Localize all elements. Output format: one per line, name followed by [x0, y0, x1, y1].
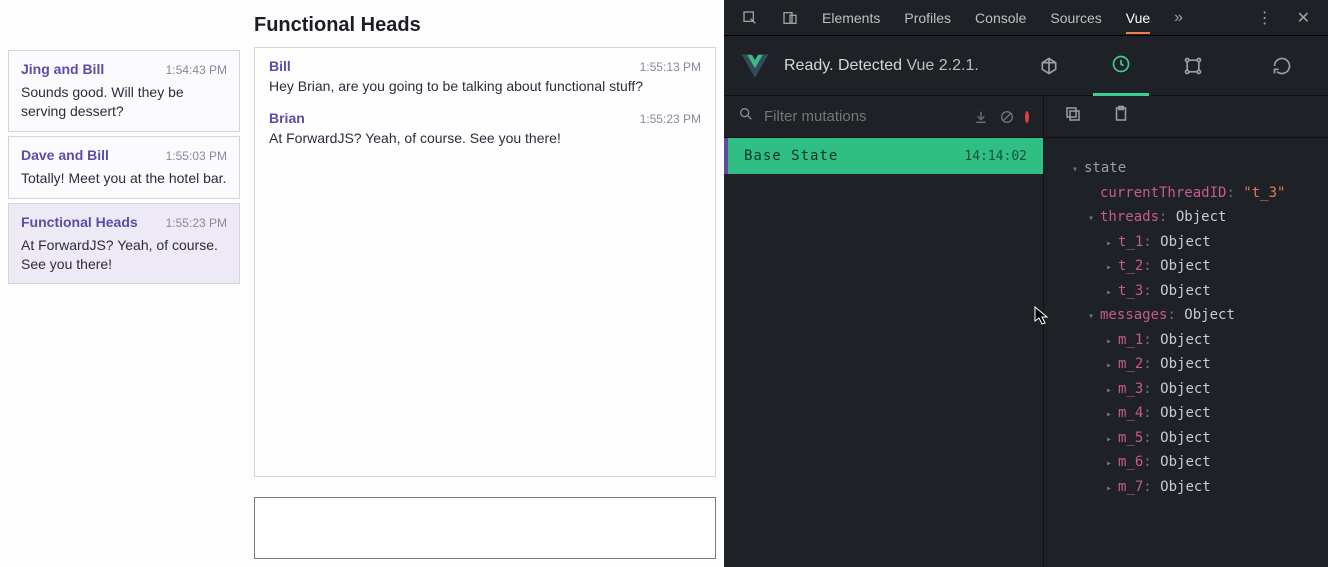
tab-console[interactable]: Console: [975, 10, 1026, 26]
thread-time: 1:54:43 PM: [166, 63, 227, 77]
message-body: Hey Brian, are you going to be talking a…: [269, 78, 701, 94]
thread-snippet: Sounds good. Will they be serving desser…: [21, 83, 227, 121]
thread-card[interactable]: Dave and Bill 1:55:03 PM Totally! Meet you…: [8, 136, 240, 199]
kebab-menu-icon[interactable]: ⋮: [1257, 8, 1273, 28]
vuex-tab-icon[interactable]: [1093, 36, 1149, 96]
threads-list: Jing and Bill 1:54:43 PM Sounds good. Will…: [8, 50, 240, 559]
app-main: Jing and Bill 1:54:43 PM Sounds good. Will…: [8, 8, 716, 559]
state-tree[interactable]: statecurrentThreadID: "t_3"threads: Obje…: [1044, 138, 1328, 567]
chat-log: Bill 1:55:13 PM Hey Brian, are you going t…: [254, 47, 716, 477]
chat-app: Jing and Bill 1:54:43 PM Sounds good. Will…: [0, 0, 724, 567]
thread-snippet: Totally! Meet you at the hotel bar.: [21, 169, 227, 188]
devtools-panel: Elements Profiles Console Sources Vue » …: [724, 0, 1328, 567]
inspect-icon[interactable]: [742, 10, 758, 26]
devtools-tabs: Elements Profiles Console Sources Vue » …: [724, 0, 1328, 36]
events-tab-icon[interactable]: [1165, 36, 1221, 96]
mutations-filter-bar: [724, 96, 1043, 138]
vue-body: Base State 14:14:02 statecurrentThreadID:…: [724, 96, 1328, 567]
more-tabs-icon[interactable]: »: [1174, 9, 1183, 27]
download-icon[interactable]: [973, 109, 989, 125]
clear-icon[interactable]: [999, 109, 1015, 125]
record-icon[interactable]: [1025, 111, 1029, 123]
tab-profiles[interactable]: Profiles: [904, 10, 951, 26]
message-time: 1:55:13 PM: [640, 60, 701, 74]
components-tab-icon[interactable]: [1021, 36, 1077, 96]
device-toggle-icon[interactable]: [782, 10, 798, 26]
message: Bill 1:55:13 PM Hey Brian, are you going t…: [269, 58, 701, 94]
thread-title: Functional Heads: [21, 214, 138, 230]
thread-time: 1:55:23 PM: [166, 216, 227, 230]
clipboard-icon[interactable]: [1112, 105, 1130, 128]
mutation-time: 14:14:02: [964, 149, 1027, 164]
tab-elements[interactable]: Elements: [822, 10, 880, 26]
thread-time: 1:55:03 PM: [166, 149, 227, 163]
vue-header: Ready. Detected Vue 2.2.1.: [724, 36, 1328, 96]
copy-icon[interactable]: [1064, 105, 1082, 128]
message-body: At ForwardJS? Yeah, of course. See you t…: [269, 130, 701, 146]
vue-status: Ready. Detected Vue 2.2.1.: [784, 57, 979, 75]
close-devtools-icon[interactable]: ✕: [1297, 8, 1310, 28]
mutation-item[interactable]: Base State 14:14:02: [724, 138, 1043, 174]
compose-input[interactable]: [254, 497, 716, 559]
thread-snippet: At ForwardJS? Yeah, of course. See you t…: [21, 236, 227, 274]
mutations-list: Base State 14:14:02: [724, 138, 1043, 567]
mutations-column: Base State 14:14:02: [724, 96, 1044, 567]
message: Brian 1:55:23 PM At ForwardJS? Yeah, of co…: [269, 110, 701, 146]
thread-title: Jing and Bill: [21, 61, 104, 77]
vue-logo-icon: [742, 53, 768, 79]
thread-card[interactable]: Jing and Bill 1:54:43 PM Sounds good. Will…: [8, 50, 240, 132]
filter-mutations-input[interactable]: [764, 108, 963, 125]
refresh-icon[interactable]: [1254, 36, 1310, 96]
message-author: Brian: [269, 110, 305, 126]
tab-sources[interactable]: Sources: [1050, 10, 1101, 26]
chat-column: Functional Heads Bill 1:55:13 PM Hey Brian…: [254, 8, 716, 559]
tab-vue[interactable]: Vue: [1126, 10, 1150, 34]
message-time: 1:55:23 PM: [640, 112, 701, 126]
mutation-label: Base State: [744, 148, 838, 164]
state-column: statecurrentThreadID: "t_3"threads: Obje…: [1044, 96, 1328, 567]
thread-title: Dave and Bill: [21, 147, 109, 163]
state-tools: [1044, 96, 1328, 138]
search-icon: [738, 106, 754, 127]
message-author: Bill: [269, 58, 291, 74]
chat-title: Functional Heads: [254, 8, 716, 47]
thread-card[interactable]: Functional Heads 1:55:23 PM At ForwardJS? …: [8, 203, 240, 285]
